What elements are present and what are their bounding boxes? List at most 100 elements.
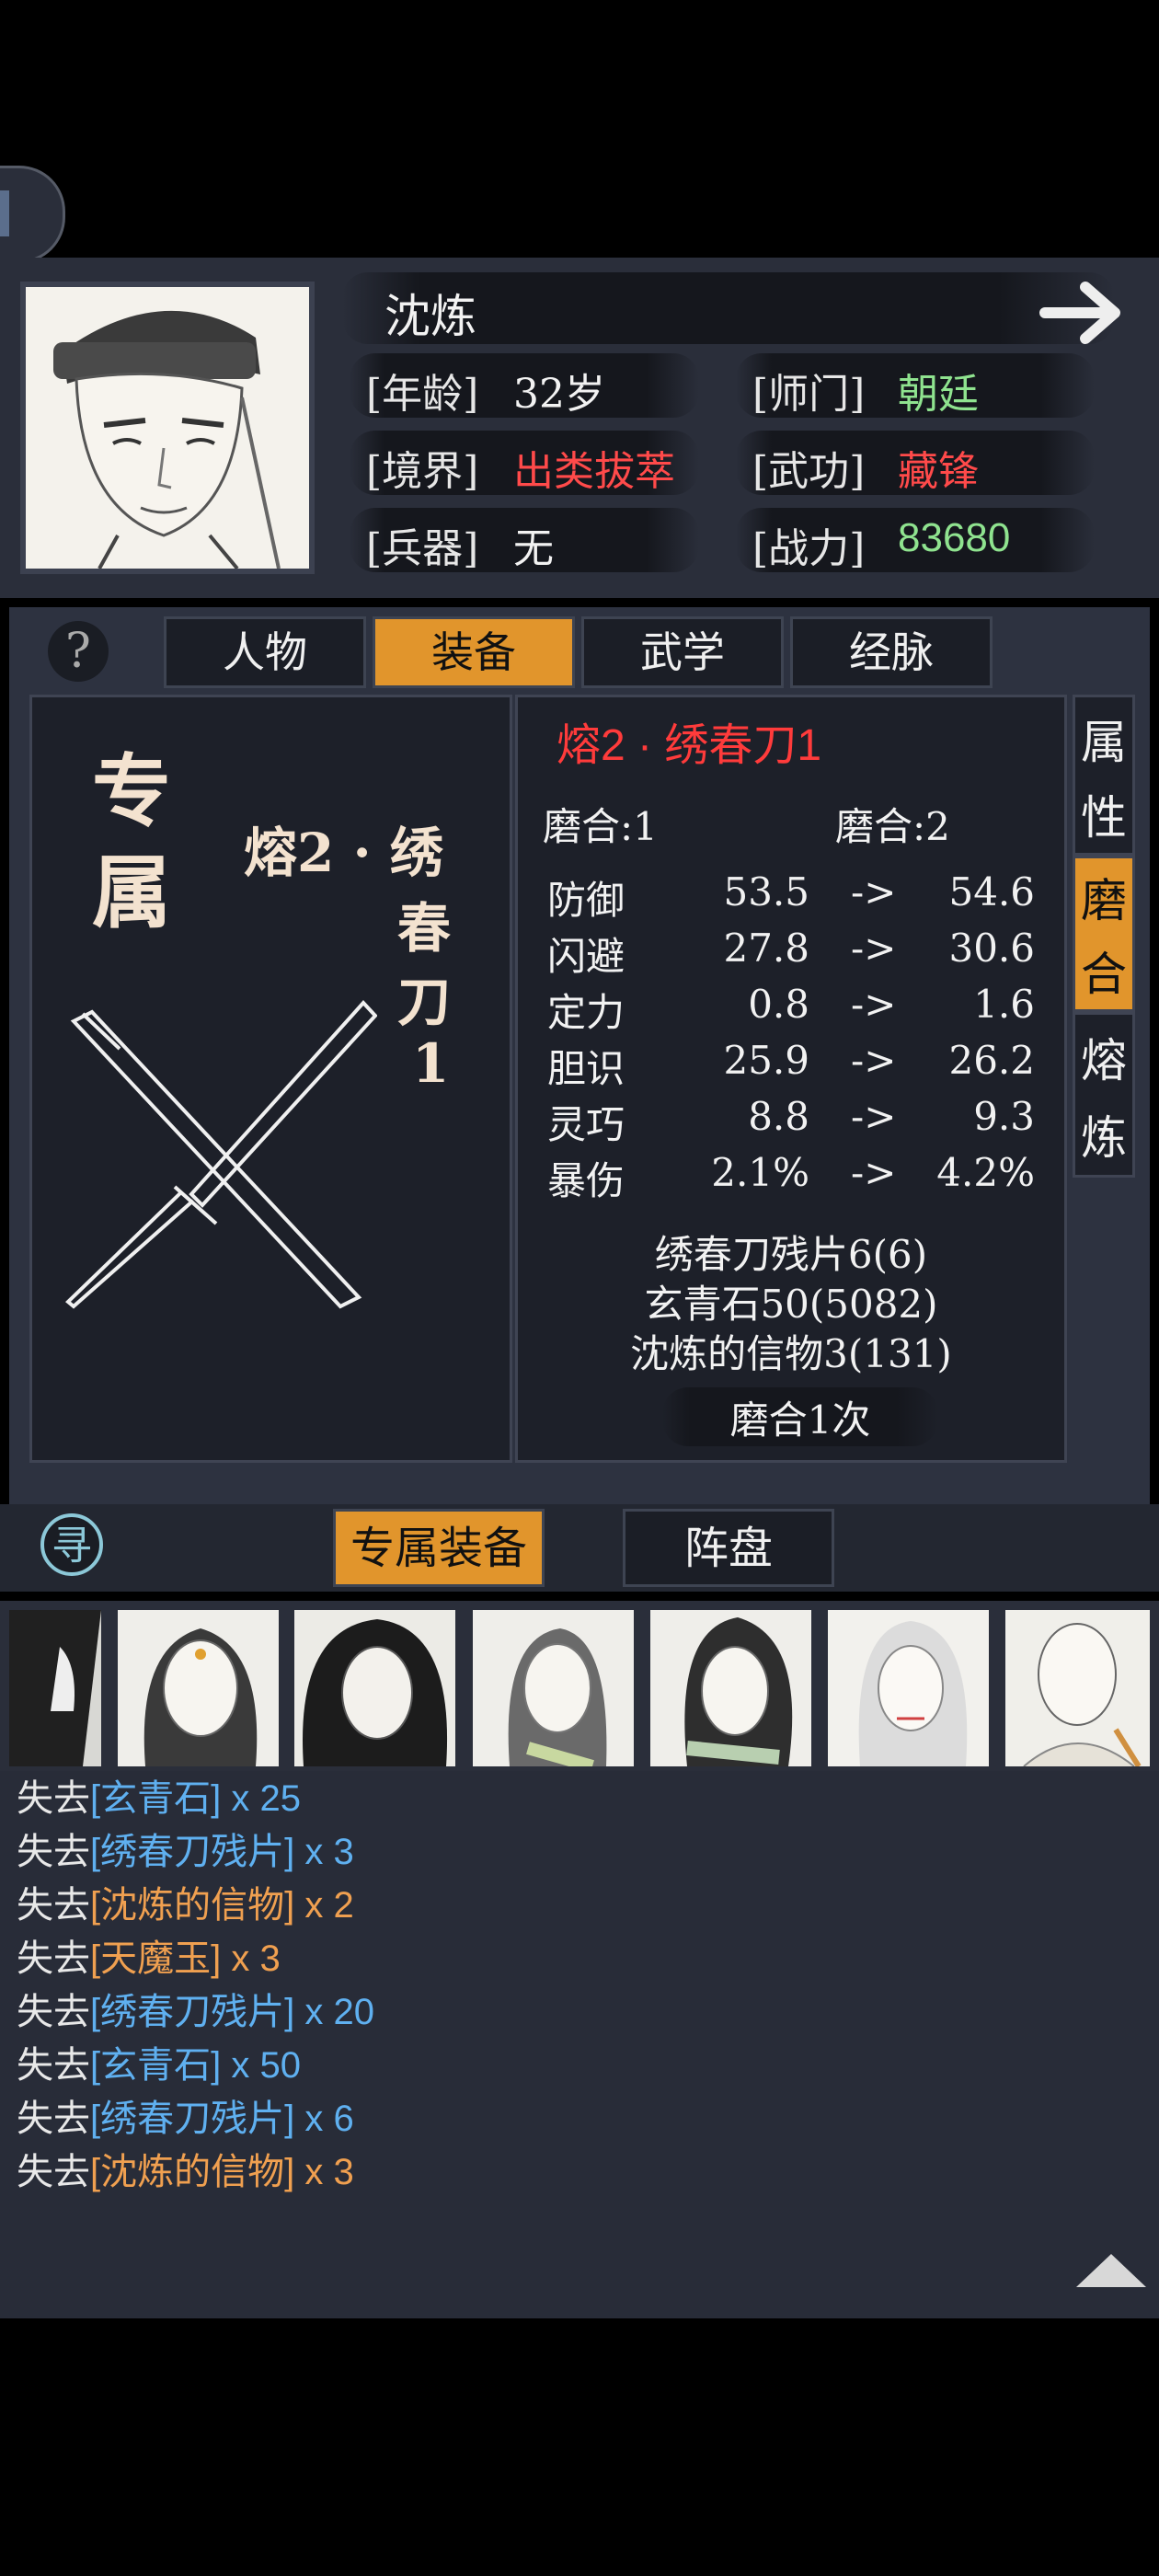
tab-character[interactable]: 人物 (164, 616, 366, 688)
stat-current: 27.8 (723, 926, 809, 971)
log-quantity: x 6 (294, 2099, 354, 2139)
character-portrait (20, 282, 315, 574)
log-quantity: x 20 (294, 1992, 374, 2032)
weapon-label: [兵器] (366, 525, 479, 572)
character-thumb[interactable] (294, 1610, 455, 1766)
tab-equipment[interactable]: 装备 (373, 616, 575, 688)
arrow-right-icon[interactable] (1038, 276, 1130, 350)
stat-next: 1.6 (973, 982, 1035, 1027)
log-quantity: x 50 (221, 2045, 301, 2086)
age-value: 32岁 (513, 371, 605, 418)
log-quantity: x 2 (294, 1885, 354, 1926)
equipment-name-line1: 熔2 · 绣 (244, 822, 443, 884)
log-item: [绣春刀残片] (90, 2099, 295, 2139)
side-tab-grind[interactable]: 磨 合 (1073, 856, 1135, 1012)
log-prefix: 失去 (17, 1778, 90, 1819)
character-thumb[interactable] (828, 1610, 989, 1766)
power-label: [战力] (752, 525, 866, 572)
stat-next: 54.6 (948, 869, 1035, 914)
side-tab-smelt[interactable]: 熔 炼 (1073, 1012, 1135, 1178)
log-item: [绣春刀残片] (90, 1832, 295, 1872)
equipment-title: 熔2 · 绣春刀1 (557, 721, 822, 770)
log-item: [沈炼的信物] (90, 1885, 295, 1926)
log-prefix: 失去 (17, 1992, 90, 2032)
stat-current: 25.9 (723, 1038, 809, 1083)
log-prefix: 失去 (17, 1885, 90, 1926)
material-1: 绣春刀残片6(6) (654, 1232, 928, 1277)
exclusive-badge-top: 专 (92, 745, 171, 838)
side-tab-smelt-char2: 炼 (1081, 1111, 1127, 1165)
side-tab-attributes-char2: 性 (1081, 791, 1127, 845)
log-item: [玄青石] (90, 1778, 222, 1819)
log-prefix: 失去 (17, 2099, 90, 2139)
side-tab-smelt-char1: 熔 (1081, 1034, 1127, 1087)
log-line: 失去[绣春刀残片] x 20 (17, 1982, 374, 2035)
question-icon[interactable]: ? (48, 621, 109, 682)
log-line: 失去[玄青石] x 50 (17, 2035, 301, 2088)
equipment-name-line2: 春 (397, 897, 452, 960)
stat-next: 4.2% (936, 1150, 1035, 1195)
log-line: 失去[玄青石] x 25 (17, 1768, 301, 1822)
log-line: 失去[绣春刀残片] x 6 (17, 2088, 354, 2142)
log-item: [沈炼的信物] (90, 2152, 295, 2192)
stat-arrow: -> (851, 926, 897, 971)
grind-once-button[interactable]: 磨合1次 (662, 1389, 938, 1445)
material-3: 沈炼的信物3(131) (630, 1331, 952, 1376)
tab-exclusive-equipment[interactable]: 专属装备 (333, 1509, 545, 1587)
material-2: 玄青石50(5082) (644, 1282, 938, 1327)
stat-current: 2.1% (711, 1150, 809, 1195)
stat-row: 闪避 27.8 -> 30.6 (547, 926, 1035, 979)
log-line: 失去[沈炼的信物] x 2 (17, 1875, 354, 1928)
log-quantity: x 25 (221, 1778, 301, 1819)
character-thumb[interactable] (118, 1610, 279, 1766)
tab-martial-arts[interactable]: 武学 (581, 616, 784, 688)
stat-current: 53.5 (723, 869, 809, 914)
log-prefix: 失去 (17, 2045, 90, 2086)
exclusive-badge-bottom: 属 (92, 846, 171, 939)
grind-level-next: 磨合:2 (835, 804, 950, 849)
tab-meridians[interactable]: 经脉 (790, 616, 993, 688)
log-quantity: x 3 (221, 1938, 281, 1979)
log-item: [天魔玉] (90, 1938, 222, 1979)
bottom-tab-bar (0, 1504, 1159, 1592)
side-tab-attributes[interactable]: 属 性 (1073, 695, 1135, 856)
stat-current: 8.8 (748, 1094, 809, 1139)
equipment-name-line4: 1 (412, 1032, 450, 1095)
character-thumb[interactable] (1005, 1610, 1150, 1766)
side-tab-grind-char2: 合 (1081, 948, 1127, 1001)
stat-next: 26.2 (948, 1038, 1035, 1083)
log-line: 失去[天魔玉] x 3 (17, 1928, 281, 1982)
side-tab-attributes-char1: 属 (1081, 716, 1127, 769)
martial-label: [武功] (752, 448, 866, 495)
weapon-value: 无 (513, 525, 554, 572)
search-icon[interactable]: 寻 (40, 1513, 103, 1576)
stat-name: 暴伤 (547, 1158, 625, 1203)
stat-row: 胆识 25.9 -> 26.2 (547, 1038, 1035, 1091)
sect-label: [师门] (752, 371, 866, 418)
martial-value: 藏锋 (898, 448, 979, 495)
stat-arrow: -> (851, 982, 897, 1027)
sect-value: 朝廷 (898, 371, 979, 418)
stat-next: 30.6 (948, 926, 1035, 971)
stat-name: 胆识 (547, 1046, 625, 1091)
stat-arrow: -> (851, 869, 897, 914)
stat-next: 9.3 (973, 1094, 1035, 1139)
side-drawer-handle[interactable] (0, 166, 65, 263)
stat-name: 灵巧 (547, 1102, 625, 1147)
age-label: [年龄] (366, 371, 479, 418)
tab-formation[interactable]: 阵盘 (623, 1509, 834, 1587)
character-thumb[interactable] (9, 1610, 101, 1766)
log-prefix: 失去 (17, 2152, 90, 2192)
stat-name: 定力 (547, 990, 625, 1035)
character-thumb[interactable] (473, 1610, 634, 1766)
scroll-up-icon[interactable] (1076, 2254, 1146, 2287)
stat-row: 灵巧 8.8 -> 9.3 (547, 1094, 1035, 1147)
log-item: [玄青石] (90, 2045, 222, 2086)
log-quantity: x 3 (294, 2152, 354, 2192)
character-thumb[interactable] (650, 1610, 811, 1766)
log-line: 失去[绣春刀残片] x 3 (17, 1822, 354, 1875)
character-name: 沈炼 (384, 290, 476, 343)
equipment-name-line3: 刀 (397, 971, 452, 1033)
crossed-swords-icon (64, 994, 378, 1316)
log-prefix: 失去 (17, 1832, 90, 1872)
